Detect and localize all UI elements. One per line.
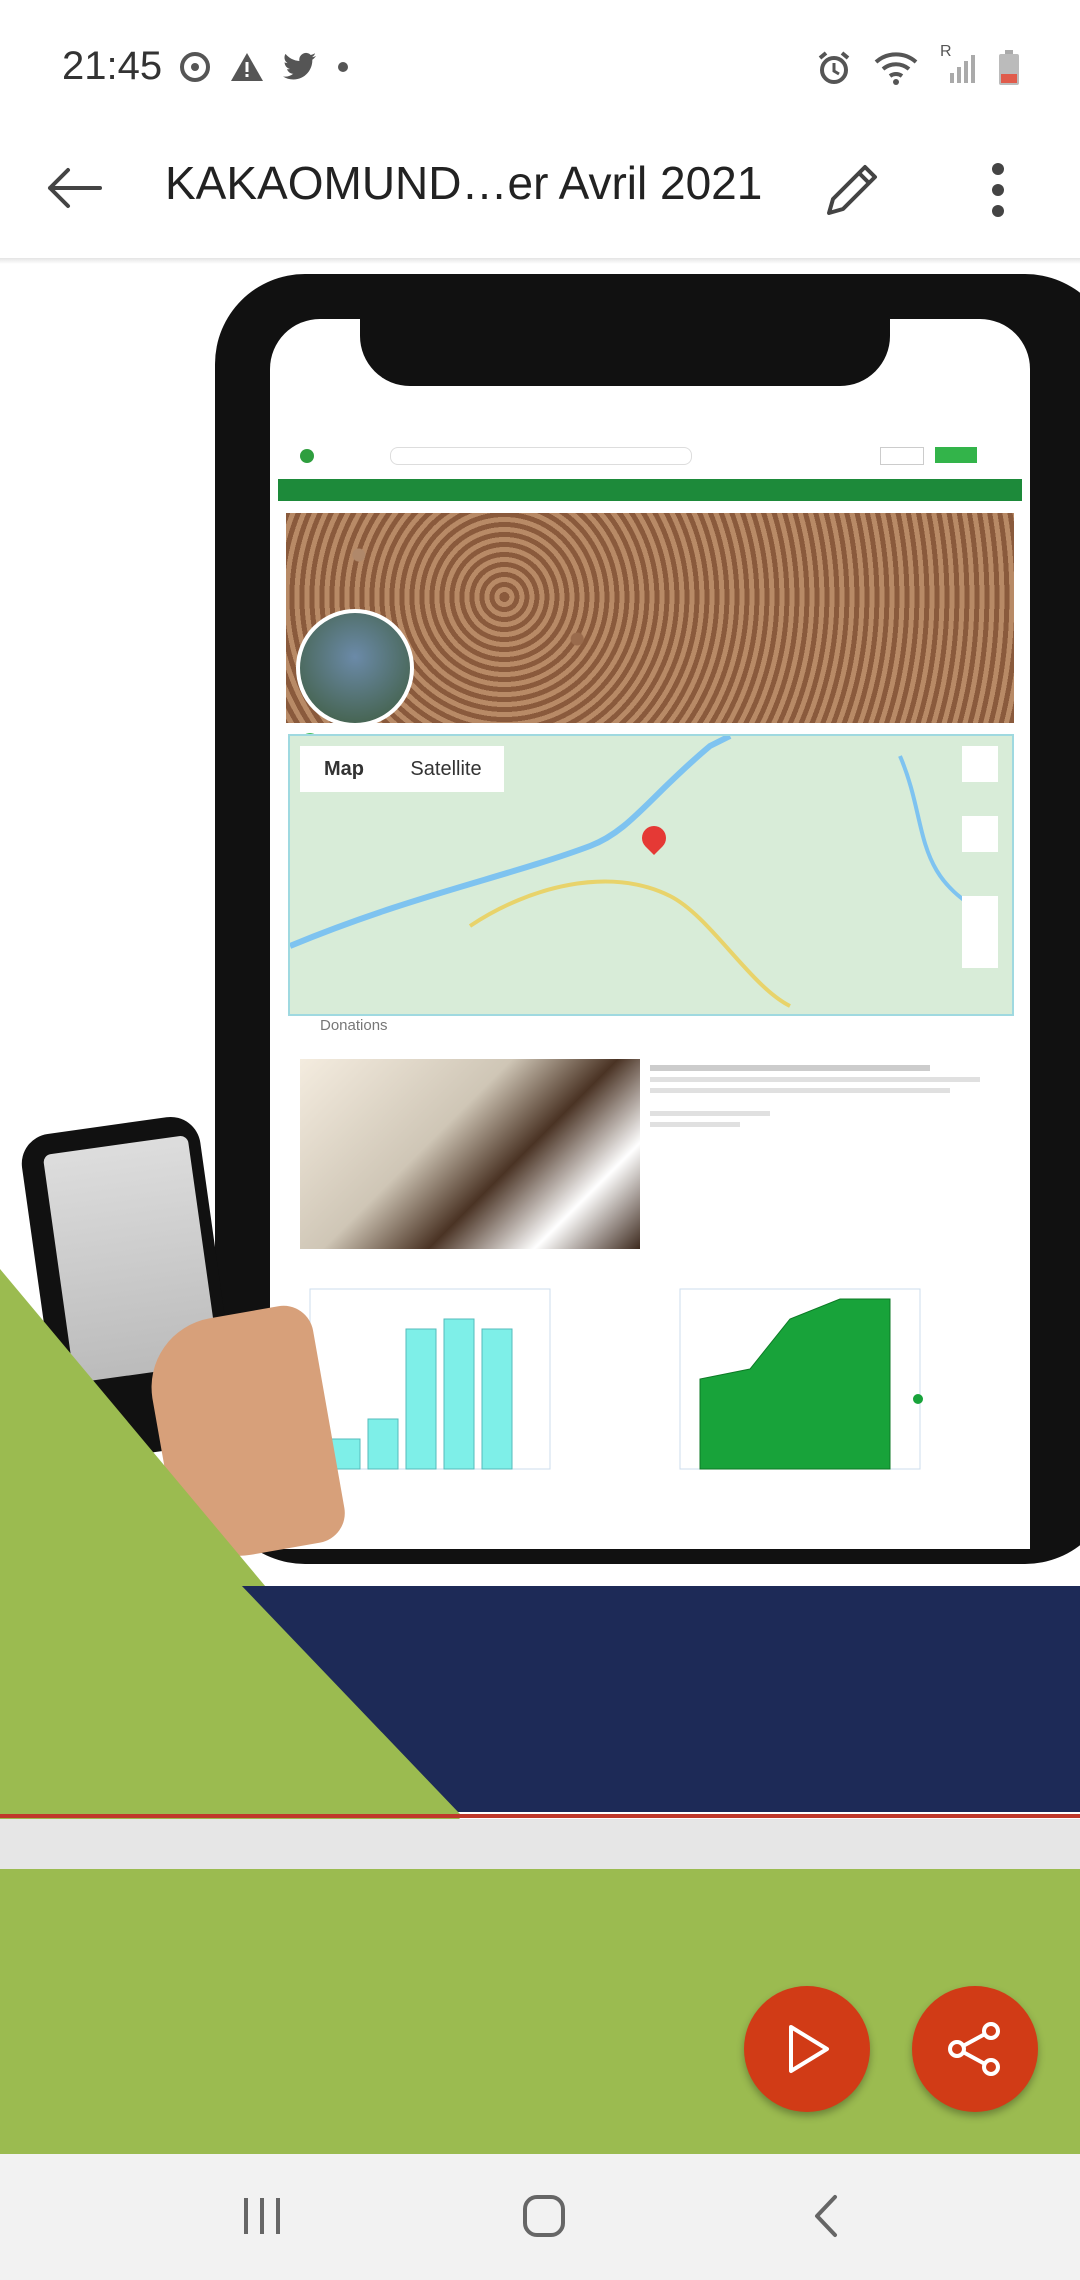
phone-notch	[360, 316, 890, 386]
alarm-icon	[818, 51, 850, 84]
site-nav-bar	[278, 479, 1022, 501]
map-river	[290, 736, 991, 1008]
chart-legend-dot	[913, 1394, 923, 1404]
zoom-controls	[962, 896, 998, 968]
classroom-photo	[300, 1059, 640, 1249]
next-slide-preview[interactable]	[0, 1869, 1080, 2154]
battery-icon	[999, 50, 1019, 85]
recents-icon	[244, 2198, 280, 2234]
recents-button[interactable]	[222, 2176, 302, 2256]
pegman-icon	[962, 816, 998, 852]
donations-heading: Donations	[320, 1017, 388, 1034]
twitter-icon	[283, 52, 316, 80]
donation-text-lines	[650, 1059, 990, 1179]
nav-back-button[interactable]	[786, 2176, 866, 2256]
share-icon	[948, 2022, 1000, 2076]
more-options-button[interactable]	[960, 150, 1036, 230]
green-triangle-overlay	[0, 1584, 460, 1814]
home-button[interactable]	[504, 2176, 584, 2256]
site-header	[270, 439, 1030, 469]
chart-bar-5	[481, 1328, 513, 1470]
fullscreen-icon	[962, 746, 998, 782]
home-icon	[523, 2195, 565, 2237]
wifi-icon	[874, 52, 918, 85]
warning-icon	[231, 53, 263, 81]
document-title: KAKAOMUND…er Avril 2021	[165, 157, 763, 209]
site-search	[390, 447, 692, 465]
pencil-icon	[827, 165, 877, 215]
slide-separator	[0, 1819, 1080, 1869]
sync-icon	[180, 52, 210, 82]
edit-button[interactable]	[812, 150, 892, 230]
slide-preview[interactable]: Donations Map Satellite	[0, 264, 1080, 1820]
map-embed: Map Satellite	[288, 734, 1014, 1016]
status-time: 21:45	[62, 44, 163, 88]
play-button[interactable]	[744, 1986, 870, 2112]
system-nav-bar	[0, 2154, 1080, 2280]
site-logo-icon	[300, 449, 314, 463]
back-icon	[815, 2195, 837, 2237]
status-right-icons: R	[816, 43, 1020, 86]
share-button[interactable]	[912, 1986, 1038, 2112]
profile-avatar	[296, 609, 414, 727]
area-chart-thumbnail	[679, 1288, 923, 1470]
status-bar: 21:45 R	[0, 0, 1080, 140]
site-button-2	[935, 447, 977, 463]
signal-icon: R	[940, 43, 976, 85]
site-button-1	[880, 447, 924, 465]
red-divider-line	[0, 1814, 1080, 1818]
back-button[interactable]	[36, 150, 112, 226]
arrow-left-icon	[48, 168, 102, 208]
more-vert-icon	[992, 163, 1004, 217]
play-icon	[789, 2025, 829, 2073]
status-left-icons	[178, 50, 350, 84]
dot-icon	[338, 62, 348, 72]
